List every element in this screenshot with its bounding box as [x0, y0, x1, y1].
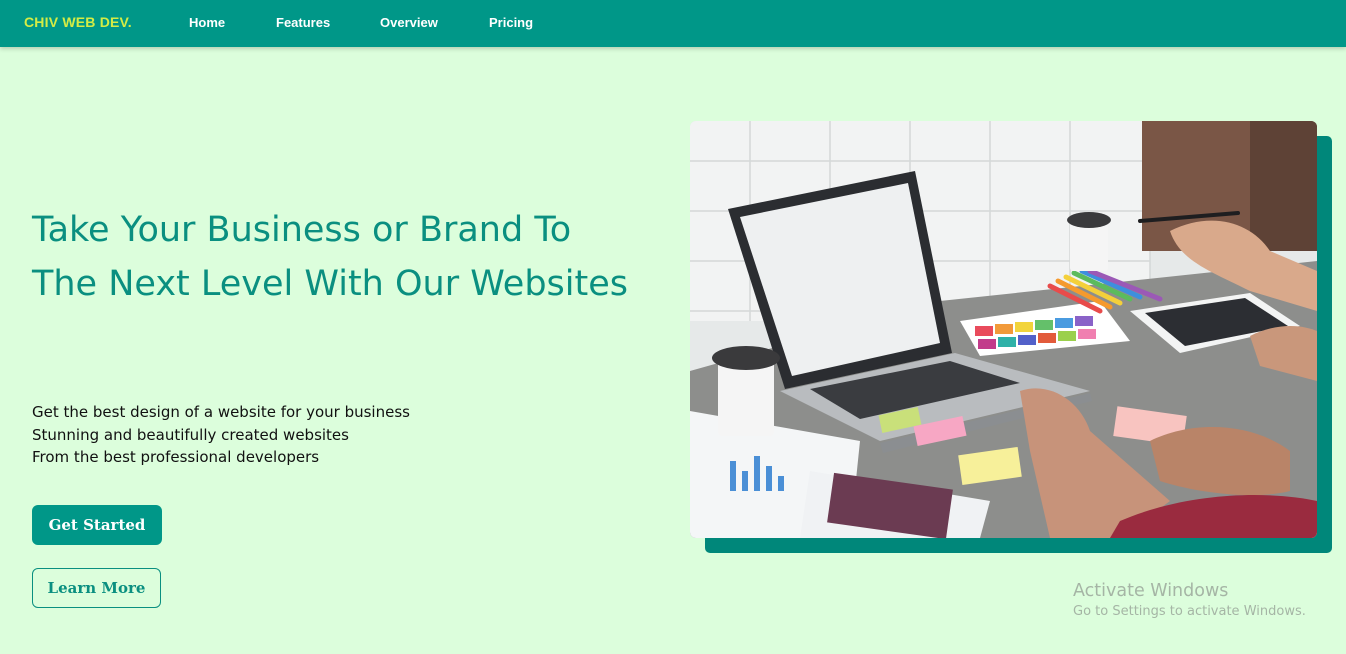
get-started-button[interactable]: Get Started — [32, 505, 162, 545]
hero-line-1: Get the best design of a website for you… — [32, 403, 410, 421]
top-navbar: CHIV WEB DEV. Home Features Overview Pri… — [0, 0, 1346, 47]
laptop-desk-illustration — [690, 121, 1317, 538]
learn-more-button[interactable]: Learn More — [32, 568, 161, 608]
brand-logo[interactable]: CHIV WEB DEV. — [24, 14, 132, 30]
nav-home[interactable]: Home — [189, 15, 225, 30]
nav-features[interactable]: Features — [276, 15, 330, 30]
watermark-subtitle: Go to Settings to activate Windows. — [1073, 604, 1306, 619]
hero-title: Take Your Business or Brand To The Next … — [32, 210, 628, 304]
activate-windows-watermark: Activate Windows Go to Settings to activ… — [1073, 581, 1306, 619]
nav-pricing[interactable]: Pricing — [489, 15, 533, 30]
hero-image — [690, 121, 1317, 538]
watermark-title: Activate Windows — [1073, 581, 1229, 601]
hero-line-3: From the best professional developers — [32, 448, 320, 466]
nav-overview[interactable]: Overview — [380, 15, 438, 30]
hero-description: Get the best design of a website for you… — [32, 401, 410, 469]
hero-line-2: Stunning and beautifully created website… — [32, 425, 349, 444]
